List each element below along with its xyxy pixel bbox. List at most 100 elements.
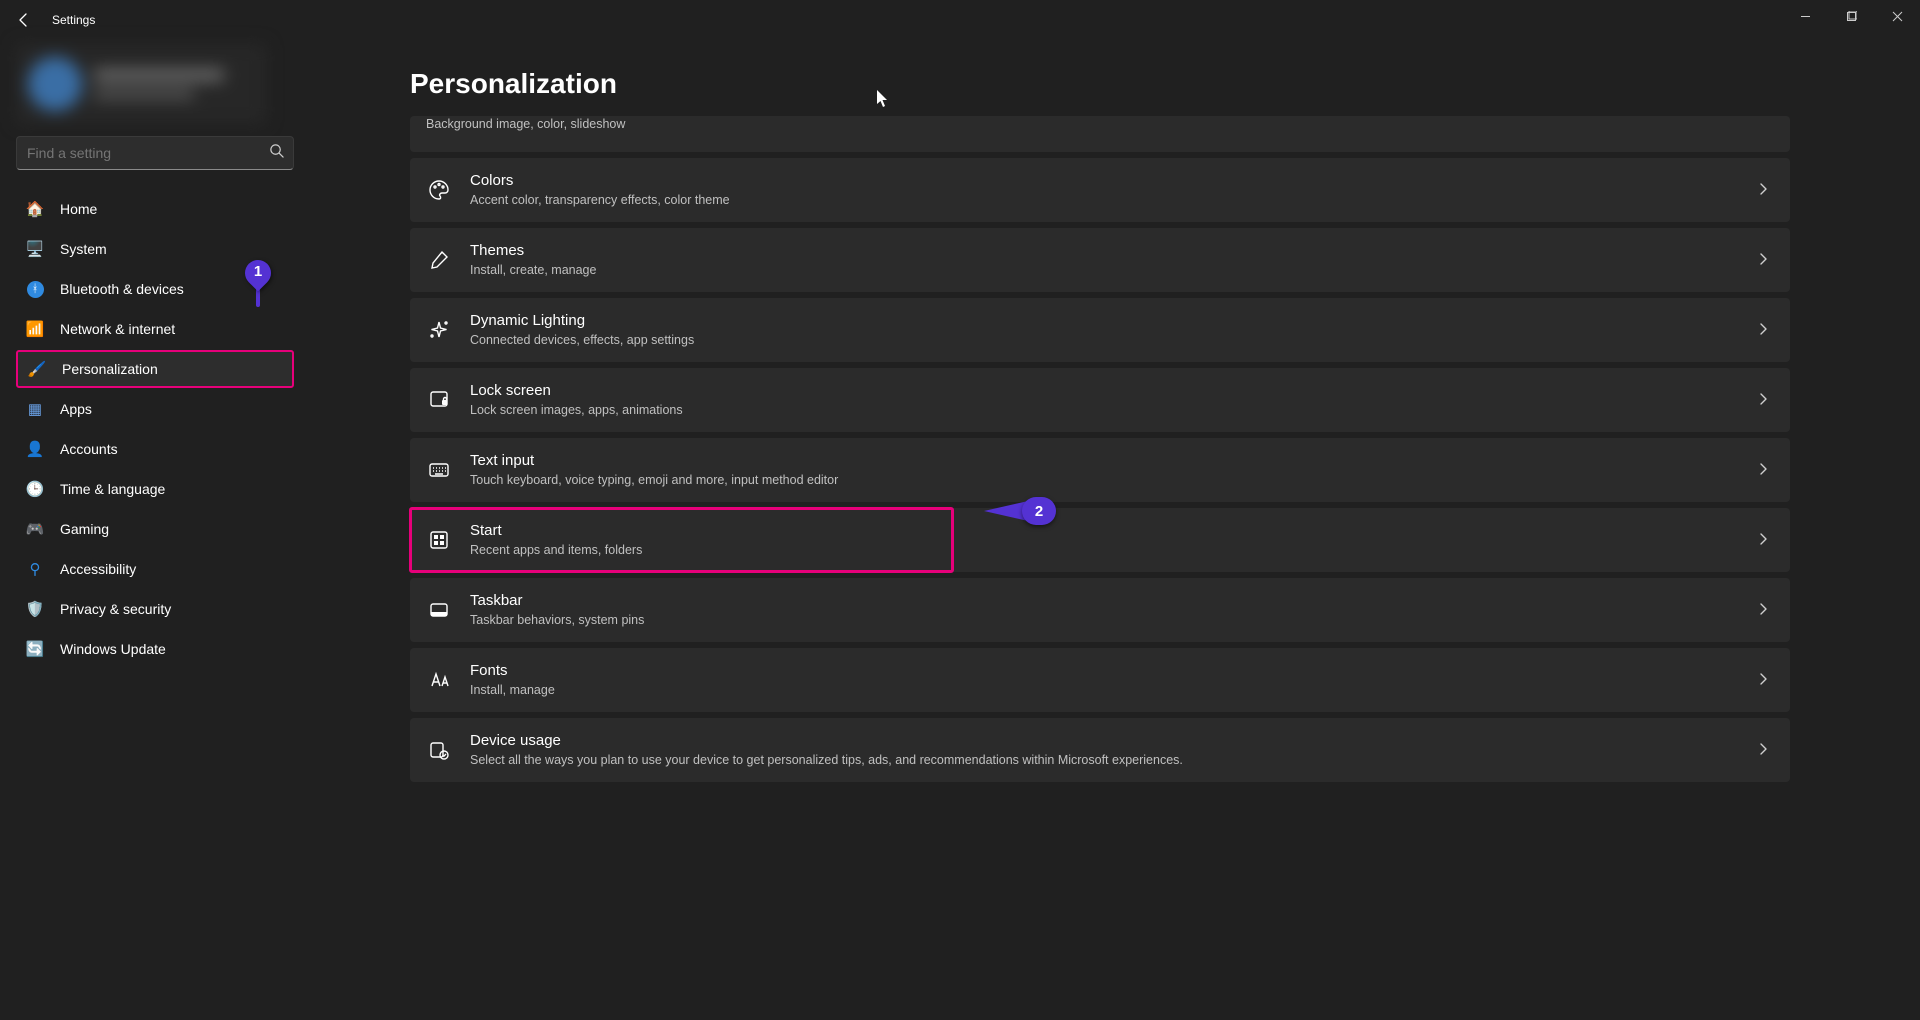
setting-subtitle: Taskbar behaviors, system pins: [470, 612, 1740, 629]
setting-text: ColorsAccent color, transparency effects…: [470, 171, 1740, 208]
system-icon: 🖥️: [26, 240, 44, 258]
setting-fonts[interactable]: FontsInstall, manage: [410, 648, 1790, 712]
setting-text: Dynamic LightingConnected devices, effec…: [470, 311, 1740, 348]
back-button[interactable]: [8, 4, 40, 36]
setting-subtitle: Background image, color, slideshow: [426, 116, 1768, 133]
brush-icon: [426, 247, 452, 273]
setting-subtitle: Install, manage: [470, 682, 1740, 699]
close-button[interactable]: [1874, 0, 1920, 32]
avatar: [28, 57, 82, 111]
maximize-button[interactable]: [1828, 0, 1874, 32]
network-internet-icon: 📶: [26, 320, 44, 338]
bluetooth-devices-icon: ᚼ: [26, 280, 44, 298]
sidebar-item-bluetooth-devices[interactable]: ᚼ Bluetooth & devices: [16, 270, 294, 308]
sidebar-item-label: Home: [60, 201, 97, 217]
minimize-icon: [1800, 11, 1811, 22]
setting-title: Fonts: [470, 661, 1740, 681]
sidebar-item-label: Time & language: [60, 481, 165, 497]
sidebar-item-label: Gaming: [60, 521, 109, 537]
sidebar-item-time-language[interactable]: 🕒Time & language: [16, 470, 294, 508]
palette-icon: [426, 177, 452, 203]
sidebar-item-gaming[interactable]: 🎮 Gaming: [16, 510, 294, 548]
setting-text-input[interactable]: Text inputTouch keyboard, voice typing, …: [410, 438, 1790, 502]
sidebar-item-label: Personalization: [62, 361, 158, 377]
sidebar-item-accessibility[interactable]: ⚲ Accessibility: [16, 550, 294, 588]
lock-screen-icon: [426, 387, 452, 413]
chevron-right-icon: [1758, 532, 1768, 549]
chevron-right-icon: [1758, 462, 1768, 479]
setting-background[interactable]: BackgroundBackground image, color, slide…: [410, 116, 1790, 152]
setting-text: ThemesInstall, create, manage: [470, 241, 1740, 278]
windows-update-icon: 🔄: [26, 640, 44, 658]
setting-title: Device usage: [470, 731, 1740, 751]
window-title: Settings: [52, 13, 95, 27]
setting-colors[interactable]: ColorsAccent color, transparency effects…: [410, 158, 1790, 222]
device-usage-icon: [426, 737, 452, 763]
setting-title: Taskbar: [470, 591, 1740, 611]
setting-title: Colors: [470, 171, 1740, 191]
setting-subtitle: Touch keyboard, voice typing, emoji and …: [470, 472, 1740, 489]
setting-dynamic-lighting[interactable]: Dynamic LightingConnected devices, effec…: [410, 298, 1790, 362]
sidebar-item-privacy-security[interactable]: 🛡️Privacy & security: [16, 590, 294, 628]
setting-text: Device usageSelect all the ways you plan…: [470, 731, 1740, 768]
home-icon: 🏠: [26, 200, 44, 218]
keyboard-icon: [426, 457, 452, 483]
sidebar-item-home[interactable]: 🏠 Home: [16, 190, 294, 228]
chevron-right-icon: [1758, 742, 1768, 759]
accounts-icon: 👤: [26, 440, 44, 458]
user-account-block[interactable]: [16, 44, 266, 124]
setting-start[interactable]: StartRecent apps and items, folders: [410, 508, 1790, 572]
sidebar-item-label: Accessibility: [60, 561, 136, 577]
sidebar-item-label: System: [60, 241, 107, 257]
setting-subtitle: Recent apps and items, folders: [470, 542, 1740, 559]
start-icon: [426, 527, 452, 553]
main-panel: Personalization BackgroundBackground ima…: [310, 40, 1920, 1020]
sidebar-item-network-internet[interactable]: 📶Network & internet: [16, 310, 294, 348]
setting-title: Themes: [470, 241, 1740, 261]
setting-title: Lock screen: [470, 381, 1740, 401]
sidebar-item-label: Accounts: [60, 441, 118, 457]
sidebar-item-windows-update[interactable]: 🔄Windows Update: [16, 630, 294, 668]
setting-title: Text input: [470, 451, 1740, 471]
sidebar-item-label: Bluetooth & devices: [60, 281, 184, 297]
accessibility-icon: ⚲: [26, 560, 44, 578]
minimize-button[interactable]: [1782, 0, 1828, 32]
titlebar: Settings: [0, 0, 1920, 40]
setting-title: Dynamic Lighting: [470, 311, 1740, 331]
sidebar: 🏠 Home 🖥️ System ᚼ Bluetooth & devices 📶Networ…: [0, 40, 310, 1020]
taskbar-icon: [426, 597, 452, 623]
setting-text: Text inputTouch keyboard, voice typing, …: [470, 451, 1740, 488]
search-icon: [269, 143, 284, 163]
apps-icon: ▦: [26, 400, 44, 418]
chevron-right-icon: [1758, 322, 1768, 339]
sidebar-item-apps[interactable]: ▦ Apps: [16, 390, 294, 428]
setting-subtitle: Install, create, manage: [470, 262, 1740, 279]
setting-subtitle: Accent color, transparency effects, colo…: [470, 192, 1740, 209]
setting-subtitle: Lock screen images, apps, animations: [470, 402, 1740, 419]
user-name-block: [94, 69, 224, 99]
setting-text: StartRecent apps and items, folders: [470, 521, 1740, 558]
gaming-icon: 🎮: [26, 520, 44, 538]
window-controls: [1782, 0, 1920, 32]
setting-themes[interactable]: ThemesInstall, create, manage: [410, 228, 1790, 292]
maximize-icon: [1846, 11, 1857, 22]
sidebar-item-system[interactable]: 🖥️ System: [16, 230, 294, 268]
page-title: Personalization: [410, 68, 1790, 100]
sidebar-item-label: Privacy & security: [60, 601, 171, 617]
chevron-right-icon: [1758, 252, 1768, 269]
setting-subtitle: Connected devices, effects, app settings: [470, 332, 1740, 349]
search-input[interactable]: [16, 136, 294, 170]
sidebar-item-label: Apps: [60, 401, 92, 417]
setting-lock-screen[interactable]: Lock screenLock screen images, apps, ani…: [410, 368, 1790, 432]
setting-text: FontsInstall, manage: [470, 661, 1740, 698]
arrow-left-icon: [16, 12, 32, 28]
sparkle-icon: [426, 317, 452, 343]
setting-title: Start: [470, 521, 1740, 541]
sidebar-item-personalization[interactable]: 🖌️Personalization: [16, 350, 294, 388]
setting-text: BackgroundBackground image, color, slide…: [426, 116, 1768, 133]
chevron-right-icon: [1758, 602, 1768, 619]
setting-taskbar[interactable]: TaskbarTaskbar behaviors, system pins: [410, 578, 1790, 642]
sidebar-item-accounts[interactable]: 👤 Accounts: [16, 430, 294, 468]
setting-device-usage[interactable]: Device usageSelect all the ways you plan…: [410, 718, 1790, 782]
chevron-right-icon: [1758, 392, 1768, 409]
